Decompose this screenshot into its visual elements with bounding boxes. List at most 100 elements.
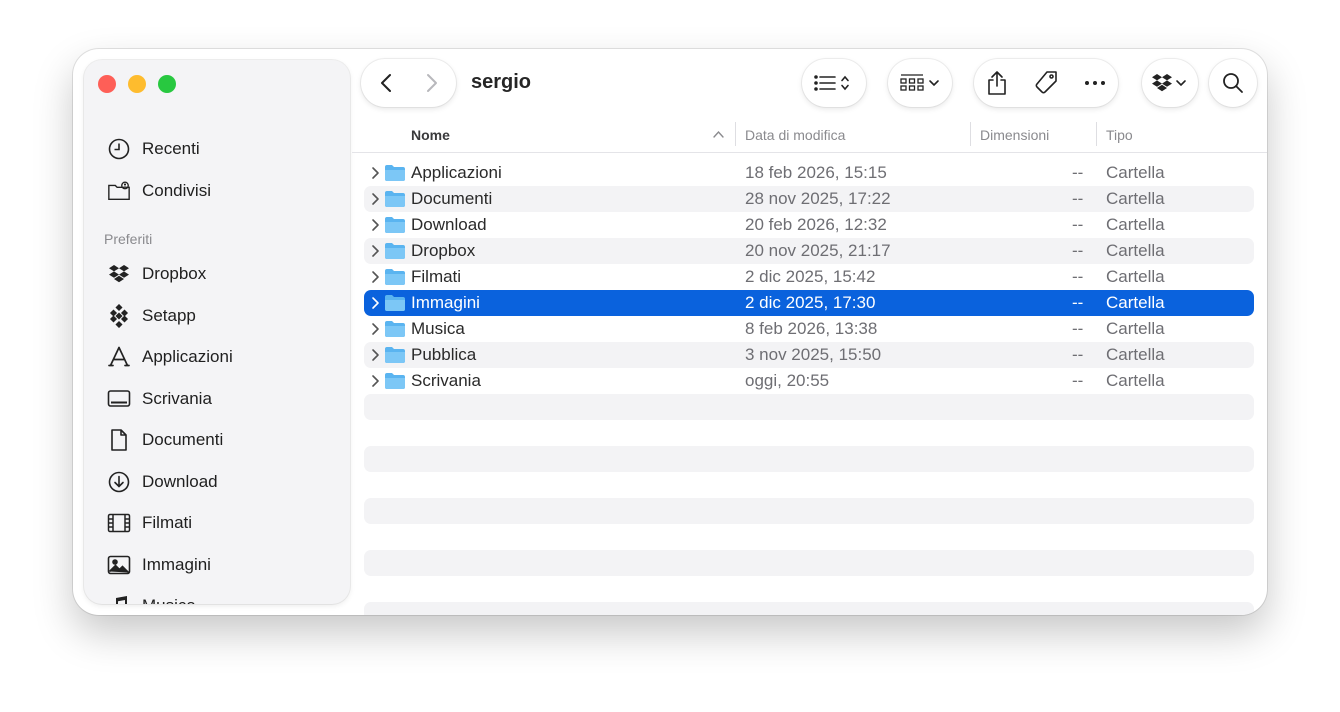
column-separator[interactable] [735, 122, 736, 146]
disclosure-triangle-icon[interactable] [370, 166, 380, 180]
column-header-size-label: Dimensioni [980, 127, 1050, 143]
file-kind: Cartella [1106, 189, 1165, 208]
table-row[interactable]: Scrivania oggi, 20:55 -- Cartella [364, 368, 1254, 394]
column-separator[interactable] [970, 122, 971, 146]
sidebar-item-label: Applicazioni [142, 347, 233, 366]
minimize-window-button[interactable] [128, 75, 146, 93]
file-date: 28 nov 2025, 17:22 [745, 189, 891, 208]
file-size: -- [1072, 215, 1084, 234]
sidebar-item-scrivania[interactable]: Scrivania [106, 382, 336, 416]
share-button[interactable] [986, 70, 1008, 96]
file-kind: Cartella [1106, 371, 1165, 390]
sidebar-item-label: Recenti [142, 139, 200, 158]
column-header-size[interactable]: Dimensioni [980, 120, 1049, 150]
column-header-date-label: Data di modifica [745, 127, 846, 143]
sort-ascending-icon [713, 130, 724, 138]
download-icon [106, 469, 132, 495]
list-view-icon [814, 75, 849, 91]
folder-icon [385, 373, 405, 389]
sidebar-item-condivisi[interactable]: Condivisi [106, 174, 336, 208]
table-row[interactable]: Immagini 2 dic 2025, 17:30 -- Cartella [364, 290, 1254, 316]
column-header-date[interactable]: Data di modifica [745, 120, 845, 150]
file-kind: Cartella [1106, 241, 1165, 260]
file-name: Pubblica [411, 345, 477, 364]
table-row[interactable]: Applicazioni 18 feb 2026, 15:15 -- Cartella [364, 160, 1254, 186]
table-row[interactable]: Dropbox 20 nov 2025, 21:17 -- Cartella [364, 238, 1254, 264]
zoom-window-button[interactable] [158, 75, 176, 93]
close-window-button[interactable] [98, 75, 116, 93]
file-date: 2 dic 2025, 17:30 [745, 293, 876, 312]
file-date: 2 dic 2025, 15:42 [745, 267, 876, 286]
file-name: Applicazioni [411, 163, 502, 182]
folder-icon [385, 269, 405, 285]
photo-icon [106, 552, 132, 578]
file-name: Download [411, 215, 487, 234]
empty-row [364, 576, 1254, 602]
disclosure-triangle-icon[interactable] [370, 244, 380, 258]
film-icon [106, 510, 132, 536]
shared-folder-icon [106, 178, 132, 204]
file-size: -- [1072, 163, 1084, 182]
file-date: 3 nov 2025, 15:50 [745, 345, 882, 364]
chevron-left-icon [380, 74, 391, 92]
sidebar-item-label: Documenti [142, 430, 224, 449]
sidebar-item-label: Filmati [142, 513, 193, 532]
folder-icon [385, 217, 405, 233]
file-date: 18 feb 2026, 15:15 [745, 163, 887, 182]
table-row[interactable]: Musica 8 feb 2026, 13:38 -- Cartella [364, 316, 1254, 342]
file-list: Applicazioni 18 feb 2026, 15:15 -- Cartella… [364, 160, 1254, 615]
view-options-button[interactable] [802, 59, 866, 107]
sidebar-item-documenti[interactable]: Documenti [106, 423, 336, 457]
disclosure-triangle-icon[interactable] [370, 192, 380, 206]
disclosure-triangle-icon[interactable] [370, 348, 380, 362]
folder-icon [385, 191, 405, 207]
table-row[interactable]: Filmati 2 dic 2025, 15:42 -- Cartella [364, 264, 1254, 290]
sidebar-item-dropbox[interactable]: Dropbox [106, 257, 336, 291]
sidebar-item-applicazioni[interactable]: Applicazioni [106, 340, 336, 374]
file-size: -- [1072, 267, 1084, 286]
table-row[interactable]: Pubblica 3 nov 2025, 15:50 -- Cartella [364, 342, 1254, 368]
clock-icon [106, 136, 132, 162]
disclosure-triangle-icon[interactable] [370, 374, 380, 388]
file-date: oggi, 20:55 [745, 371, 830, 390]
column-header-kind[interactable]: Tipo [1106, 120, 1133, 150]
empty-row [364, 524, 1254, 550]
sidebar-item-label: Condivisi [142, 181, 211, 200]
more-button[interactable] [1084, 80, 1106, 86]
desktop-icon [106, 386, 132, 412]
empty-row [364, 446, 1254, 472]
tag-button[interactable] [1033, 70, 1059, 96]
column-header-kind-label: Tipo [1106, 127, 1133, 143]
file-kind: Cartella [1106, 267, 1165, 286]
more-icon [1084, 81, 1105, 85]
table-row[interactable]: Documenti 28 nov 2025, 17:22 -- Cartella [364, 186, 1254, 212]
window-title: sergio [471, 71, 532, 93]
disclosure-triangle-icon[interactable] [370, 218, 380, 232]
file-kind: Cartella [1106, 293, 1165, 312]
sidebar-item-musica[interactable]: Musica [106, 589, 336, 604]
sidebar-item-label: Setapp [142, 306, 196, 325]
sidebar-item-download[interactable]: Download [106, 465, 336, 499]
sidebar-item-filmati[interactable]: Filmati [106, 506, 336, 540]
disclosure-triangle-icon[interactable] [370, 270, 380, 284]
sidebar-item-setapp[interactable]: Setapp [106, 299, 336, 333]
file-kind: Cartella [1106, 163, 1165, 182]
column-separator[interactable] [1096, 122, 1097, 146]
sidebar-item-recenti[interactable]: Recenti [106, 132, 336, 166]
empty-row [364, 472, 1254, 498]
tag-icon [1035, 71, 1057, 94]
search-button[interactable] [1209, 59, 1257, 107]
file-kind: Cartella [1106, 345, 1165, 364]
file-name: Dropbox [411, 241, 476, 260]
actions-group [974, 59, 1118, 107]
forward-button[interactable] [409, 63, 455, 103]
dropbox-menu-button[interactable] [1142, 59, 1198, 107]
disclosure-triangle-icon[interactable] [370, 296, 380, 310]
disclosure-triangle-icon[interactable] [370, 322, 380, 336]
column-header-name[interactable]: Nome [411, 120, 450, 150]
back-button[interactable] [363, 63, 409, 103]
group-by-button[interactable] [888, 59, 952, 107]
sidebar-item-immagini[interactable]: Immagini [106, 548, 336, 582]
dropbox-icon [106, 261, 132, 287]
table-row[interactable]: Download 20 feb 2026, 12:32 -- Cartella [364, 212, 1254, 238]
